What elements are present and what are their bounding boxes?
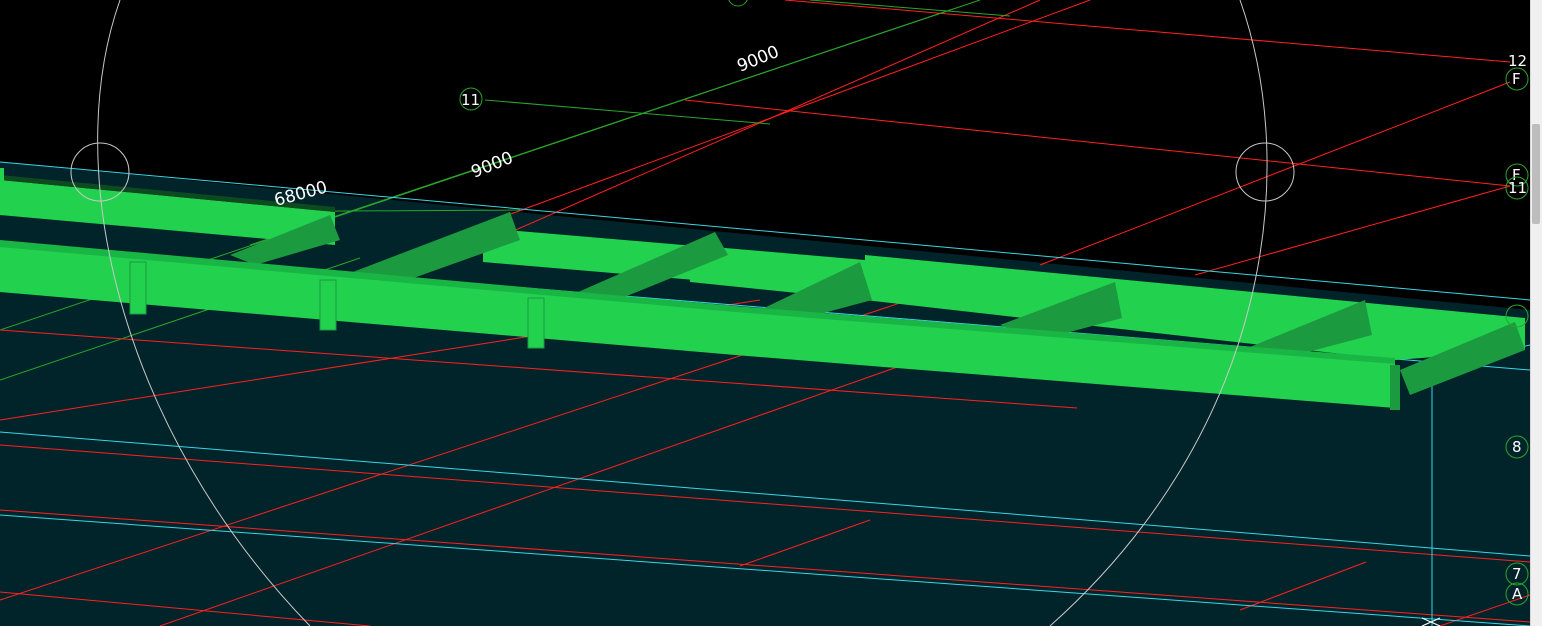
stiffener-plate-4[interactable]	[1390, 365, 1400, 410]
svg-text:F: F	[1512, 70, 1521, 88]
scrollbar-thumb[interactable]	[1532, 124, 1540, 224]
grid-bubble-partial-top[interactable]	[728, 0, 748, 7]
grid-bubble-12[interactable]: 12	[1508, 52, 1527, 70]
svg-text:7: 7	[1512, 565, 1522, 583]
stiffener-plate-2[interactable]	[319, 279, 337, 331]
grid-bubble-11-right[interactable]: 11	[1505, 176, 1529, 200]
vertical-scrollbar[interactable]	[1530, 0, 1542, 626]
grid-bubble-f-top[interactable]: F	[1505, 67, 1529, 91]
orbit-handle-right[interactable]	[1235, 142, 1295, 202]
beam-stub-left[interactable]	[0, 168, 4, 184]
svg-text:8: 8	[1512, 438, 1522, 456]
svg-text:12: 12	[1508, 52, 1527, 70]
svg-text:A: A	[1512, 585, 1523, 603]
dimension-9000-lower: 9000	[468, 148, 516, 183]
stiffener-plate-3[interactable]	[527, 297, 545, 349]
model-viewport[interactable]: 9000 9000 68000 11 12 F F 11 8 7 A	[0, 0, 1530, 626]
dimension-9000-upper: 9000	[734, 42, 782, 77]
svg-text:11: 11	[1508, 179, 1527, 197]
svg-text:11: 11	[461, 91, 480, 109]
grid-bubble-11-left[interactable]: 11	[459, 87, 483, 111]
stiffener-plate-1[interactable]	[129, 261, 147, 315]
model-scene[interactable]: 9000 9000 68000 11 12 F F 11 8 7 A	[0, 0, 1530, 626]
